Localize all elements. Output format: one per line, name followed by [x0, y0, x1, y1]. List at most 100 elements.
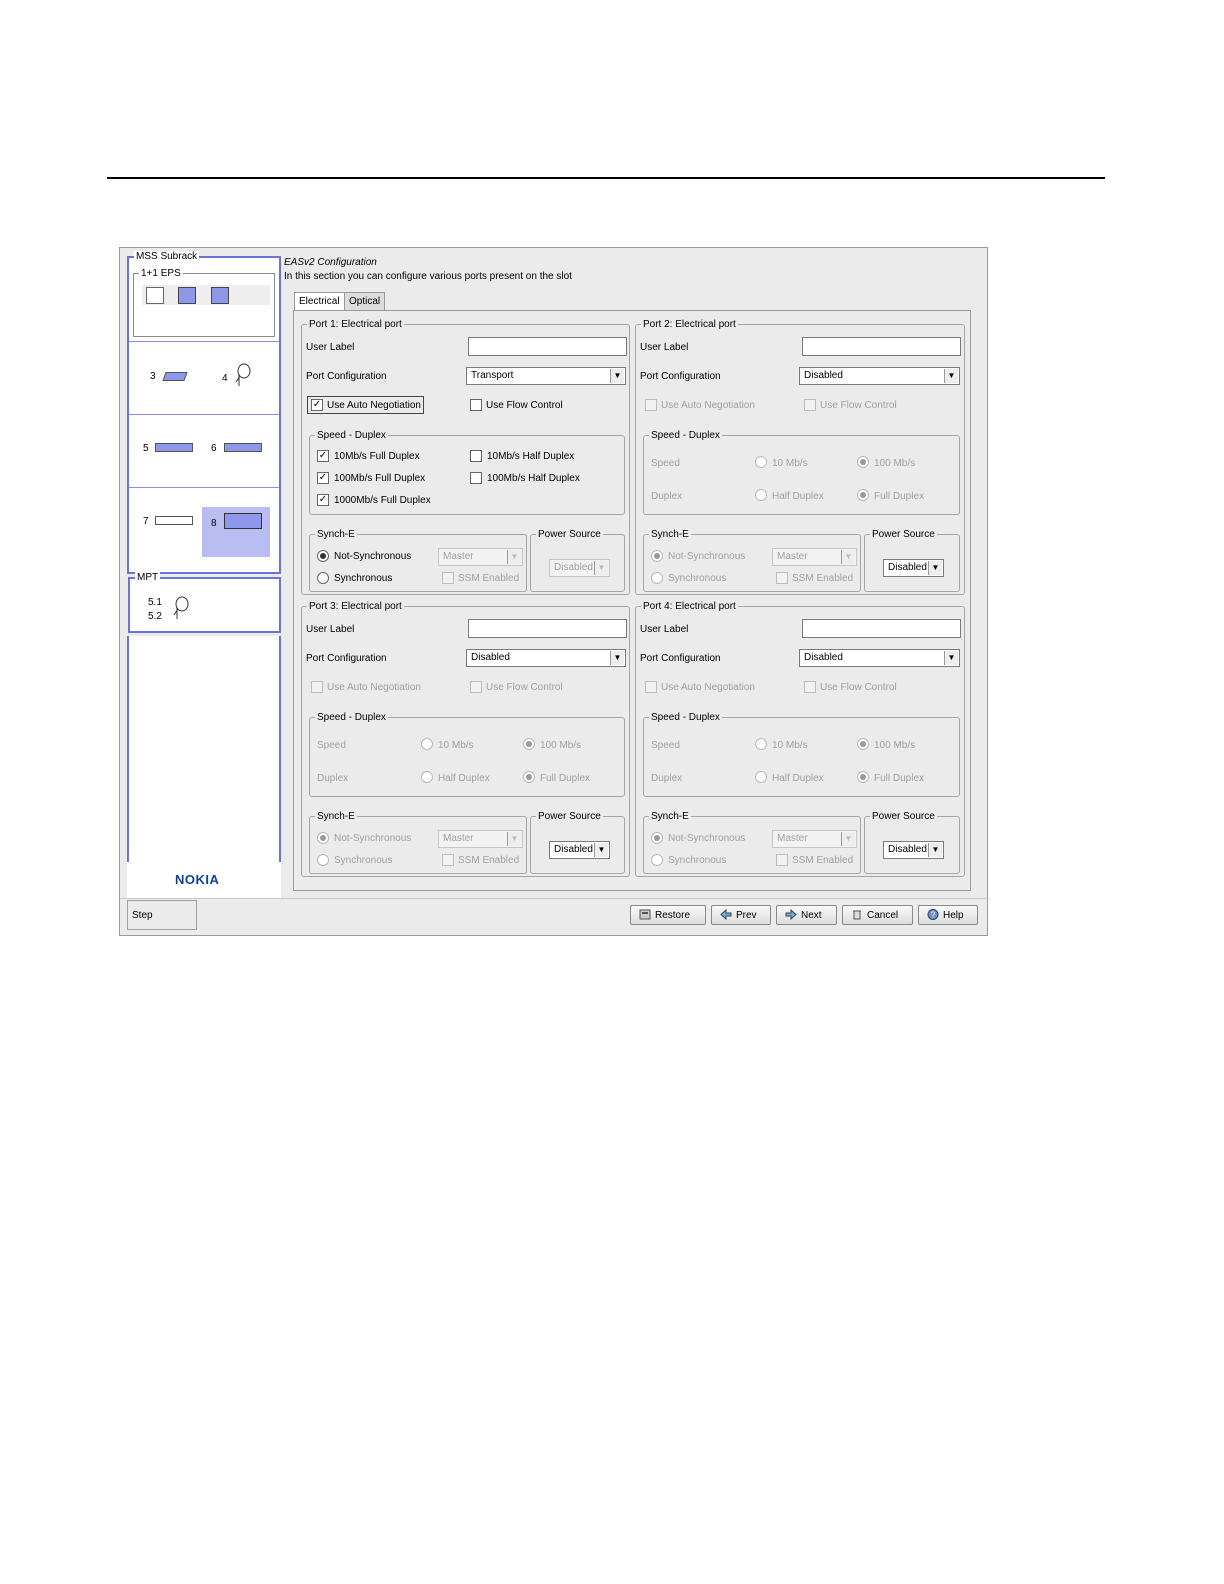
port-3-not-synchronous-label: Not-Synchronous — [334, 833, 412, 844]
port-3-full-duplex-radio[interactable] — [523, 771, 535, 783]
next-button[interactable]: Next — [776, 905, 837, 925]
eps-power-card-icon[interactable] — [146, 287, 164, 304]
port-2-title: Port 2: Electrical port — [641, 319, 738, 330]
port-2-power-source-select[interactable]: Disabled ▼ — [883, 559, 944, 577]
port-1-100-full-checkbox[interactable]: ✓ — [317, 472, 329, 484]
port-1-100-half-checkbox[interactable] — [470, 472, 482, 484]
port-3-power-source-select[interactable]: Disabled ▼ — [549, 841, 610, 859]
port-4-not-synchronous-label: Not-Synchronous — [668, 833, 746, 844]
port-3-title: Port 3: Electrical port — [307, 601, 404, 612]
mpt-item-5-2[interactable]: 5.2 — [148, 611, 162, 622]
port-2-speed-10-radio[interactable] — [755, 456, 767, 468]
port-1-100-half-label: 100Mb/s Half Duplex — [487, 473, 580, 484]
port-2-port-configuration-select[interactable]: Disabled ▼ — [799, 367, 960, 385]
port-3-user-label-input[interactable] — [468, 619, 627, 638]
port-3-ssm-enabled-label: SSM Enabled — [458, 855, 520, 866]
port-1-10-half-label: 10Mb/s Half Duplex — [487, 451, 575, 462]
port-1-not-synchronous-radio[interactable] — [317, 550, 329, 562]
port-1-synchronous-radio[interactable] — [317, 572, 329, 584]
chevron-down-icon: ▼ — [944, 369, 958, 383]
port-2-flow-control-checkbox[interactable] — [804, 399, 816, 411]
port-4-auto-negotiation-checkbox[interactable] — [645, 681, 657, 693]
help-button[interactable]: ? Help — [918, 905, 978, 925]
port-2-half-duplex-radio[interactable] — [755, 489, 767, 501]
mpt-item-5-1[interactable]: 5.1 — [148, 597, 162, 608]
tab-electrical[interactable]: Electrical — [294, 292, 345, 311]
port-3-not-synchronous-radio[interactable] — [317, 832, 329, 844]
port-3-synchronous-radio[interactable] — [317, 854, 329, 866]
port-1-power-source-group: Power Source Disabled ▼ — [530, 529, 625, 592]
port-1-master-select[interactable]: Master ▼ — [438, 548, 523, 566]
restore-button[interactable]: Restore — [630, 905, 706, 925]
port-2-user-label-input[interactable] — [802, 337, 961, 356]
port-1-speed-duplex-group: Speed - Duplex ✓ 10Mb/s Full Duplex 10Mb… — [309, 430, 625, 515]
port-3-flow-control-checkbox[interactable] — [470, 681, 482, 693]
port-3-speed-10-label: 10 Mb/s — [438, 740, 474, 751]
port-1-ssm-enabled-label: SSM Enabled — [458, 573, 520, 584]
port-2-not-synchronous-radio[interactable] — [651, 550, 663, 562]
chevron-down-icon: ▼ — [841, 832, 855, 846]
port-1-10-half-checkbox[interactable] — [470, 450, 482, 462]
port-2-auto-negotiation-checkbox[interactable] — [645, 399, 657, 411]
page-title: EASv2 Configuration — [284, 257, 377, 268]
port-1-power-source-title: Power Source — [536, 529, 603, 540]
port-3-port-configuration-select[interactable]: Disabled ▼ — [466, 649, 626, 667]
port-4-flow-control-checkbox[interactable] — [804, 681, 816, 693]
port-2-ssm-enabled-checkbox[interactable] — [776, 572, 788, 584]
port-4-full-duplex-radio[interactable] — [857, 771, 869, 783]
port-4-user-label-input[interactable] — [802, 619, 961, 638]
port-4-power-source-select[interactable]: Disabled ▼ — [883, 841, 944, 859]
port-3-ssm-enabled-checkbox[interactable] — [442, 854, 454, 866]
port-1-1000-full-checkbox[interactable]: ✓ — [317, 494, 329, 506]
slot-8-selected[interactable]: 8 — [202, 507, 270, 557]
port-2-synchronous-radio[interactable] — [651, 572, 663, 584]
port-2-master-select[interactable]: Master ▼ — [772, 548, 857, 566]
slot-6-card-icon[interactable] — [224, 443, 262, 452]
slot-7-card-icon[interactable] — [155, 516, 193, 525]
port-2-full-duplex-radio[interactable] — [857, 489, 869, 501]
port-1-ssm-enabled-checkbox[interactable] — [442, 572, 454, 584]
port-4-half-duplex-radio[interactable] — [755, 771, 767, 783]
port-2-speed-100-label: 100 Mb/s — [874, 458, 916, 469]
port-1-power-source-select[interactable]: Disabled ▼ — [549, 559, 610, 577]
prev-button[interactable]: Prev — [711, 905, 771, 925]
port-1-synch-e-group: Synch-E Not-Synchronous Master ▼ Synchron… — [309, 529, 527, 592]
cancel-button[interactable]: Cancel — [842, 905, 913, 925]
port-4-master-select[interactable]: Master ▼ — [772, 830, 857, 848]
port-4-not-synchronous-radio[interactable] — [651, 832, 663, 844]
port-4-ssm-enabled-checkbox[interactable] — [776, 854, 788, 866]
port-2-speed-100-radio[interactable] — [857, 456, 869, 468]
chevron-down-icon: ▼ — [928, 843, 942, 857]
port-1-auto-negotiation-checkbox[interactable]: ✓ — [311, 399, 323, 411]
port-1-port-configuration-select[interactable]: Transport ▼ — [466, 367, 626, 385]
port-4-speed-10-radio[interactable] — [755, 738, 767, 750]
tab-optical[interactable]: Optical — [344, 292, 386, 310]
port-1-10-full-checkbox[interactable]: ✓ — [317, 450, 329, 462]
nokia-logo-area: NOKIA — [127, 862, 281, 898]
port-2-speed-label: Speed — [651, 458, 680, 469]
port-3-auto-negotiation-checkbox[interactable] — [311, 681, 323, 693]
eps-control-card-icon[interactable] — [178, 287, 196, 304]
port-3-half-duplex-radio[interactable] — [421, 771, 433, 783]
port-1-flow-control-checkbox[interactable] — [470, 399, 482, 411]
port-1-not-synchronous-label: Not-Synchronous — [334, 551, 412, 562]
slot-4-antenna-icon[interactable] — [230, 362, 254, 388]
port-4-port-configuration-select[interactable]: Disabled ▼ — [799, 649, 960, 667]
port-3-master-select[interactable]: Master ▼ — [438, 830, 523, 848]
eps-control-card-spare-icon[interactable] — [211, 287, 229, 304]
port-2-speed-10-label: 10 Mb/s — [772, 458, 808, 469]
page-subtitle: In this section you can configure variou… — [284, 271, 572, 282]
slot-3-card-icon[interactable] — [162, 372, 188, 381]
port-4-half-duplex-label: Half Duplex — [772, 773, 824, 784]
chevron-down-icon: ▼ — [841, 550, 855, 564]
slot-5-card-icon[interactable] — [155, 443, 193, 452]
port-3-speed-10-radio[interactable] — [421, 738, 433, 750]
port-4-ssm-enabled-label: SSM Enabled — [792, 855, 854, 866]
chevron-down-icon: ▼ — [610, 651, 624, 665]
svg-text:?: ? — [931, 911, 936, 920]
port-1-user-label-input[interactable] — [468, 337, 627, 356]
port-4-speed-100-radio[interactable] — [857, 738, 869, 750]
slot-5-number: 5 — [143, 443, 149, 454]
port-3-speed-100-radio[interactable] — [523, 738, 535, 750]
port-4-synchronous-radio[interactable] — [651, 854, 663, 866]
